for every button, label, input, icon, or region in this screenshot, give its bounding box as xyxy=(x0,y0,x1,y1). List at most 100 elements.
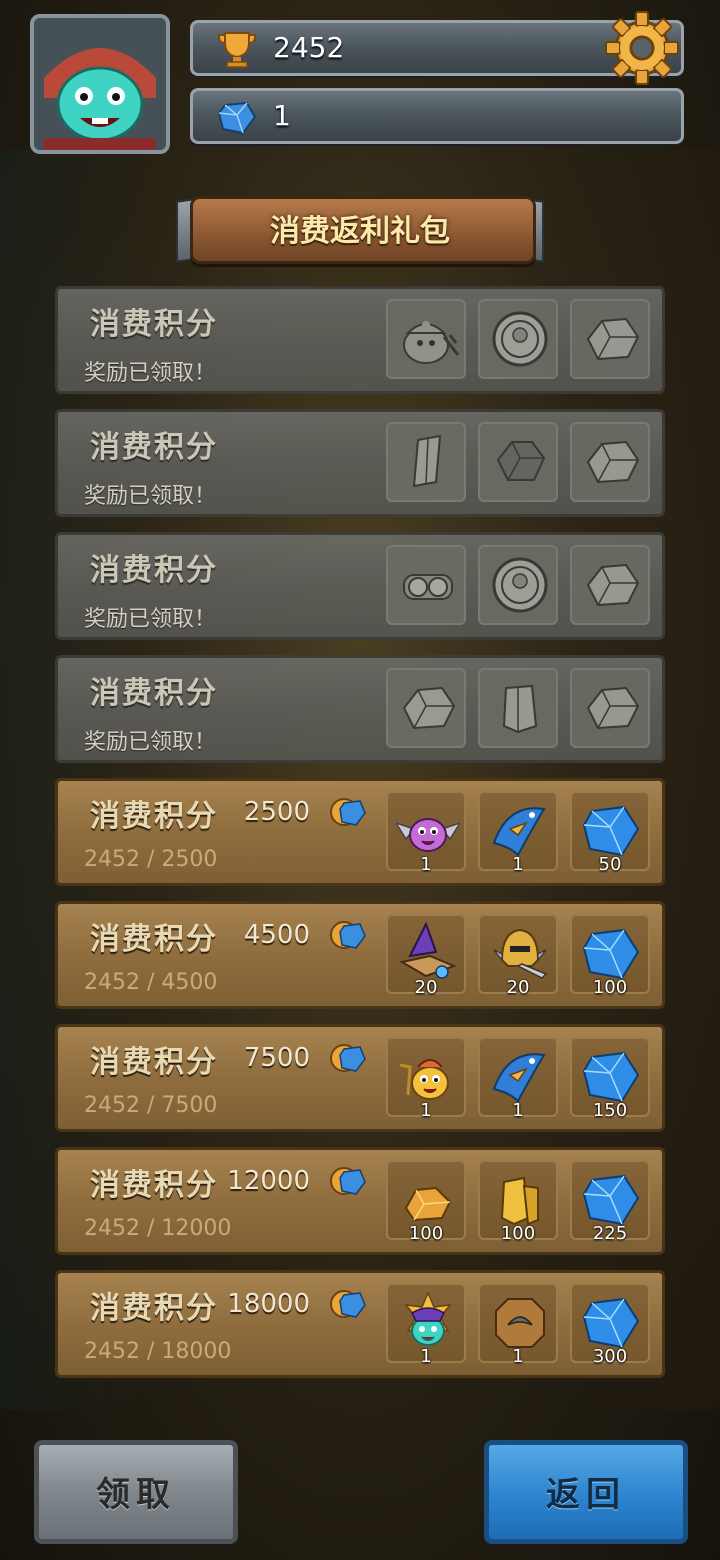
reward-slot[interactable]: 1 xyxy=(386,1037,466,1121)
tier-cost: 7500 xyxy=(243,1043,310,1073)
gem-coin-icon xyxy=(330,1044,366,1072)
reward-quantity: 1 xyxy=(512,854,524,875)
reward-slot[interactable] xyxy=(386,668,466,748)
page-title: 消费返利礼包 xyxy=(270,214,450,249)
reward-slot[interactable] xyxy=(570,545,650,625)
reward-quantity: 1 xyxy=(512,1100,524,1121)
tier-label: 消费积分 xyxy=(90,553,218,588)
tier-label: 消费积分 xyxy=(90,922,218,957)
dark-stone-icon xyxy=(496,441,546,481)
crystal-shard-icon xyxy=(412,434,442,488)
gem-coin-icon xyxy=(330,798,366,826)
reward-slot[interactable] xyxy=(386,545,466,625)
reward-slot[interactable] xyxy=(570,299,650,379)
gem-coin-icon xyxy=(330,921,366,949)
blue-gem-icon xyxy=(217,101,257,135)
reward-slot[interactable]: 1 xyxy=(478,791,558,875)
reward-quantity: 20 xyxy=(414,977,438,998)
silver-coin-icon xyxy=(492,557,548,613)
reward-tier-row[interactable]: 消费积分 2500 2452 / 2500 1 1 50 xyxy=(55,778,665,886)
tier-label: 消费积分 xyxy=(90,1045,218,1080)
reward-slot[interactable]: 1 xyxy=(386,1283,466,1367)
reward-quantity: 1 xyxy=(420,1100,432,1121)
tier-progress: 2452 / 12000 xyxy=(84,1216,232,1241)
tier-label: 消费积分 xyxy=(90,307,218,342)
tier-claimed-status: 奖励已领取！ xyxy=(84,730,217,755)
tier-label: 消费积分 xyxy=(90,1291,218,1326)
reward-slot[interactable]: 100 xyxy=(570,914,650,998)
reward-slot[interactable] xyxy=(570,668,650,748)
reward-slot[interactable] xyxy=(478,668,558,748)
settings-gear-icon[interactable] xyxy=(604,10,680,86)
reward-slot[interactable] xyxy=(386,299,466,379)
reward-tier-row[interactable]: 消费积分 7500 2452 / 7500 1 1 150 xyxy=(55,1024,665,1132)
back-button[interactable]: 返回 xyxy=(484,1440,688,1544)
reward-slot[interactable]: 225 xyxy=(570,1160,650,1244)
tier-claimed-status: 奖励已领取！ xyxy=(84,484,217,509)
stone-pillar-icon xyxy=(502,684,538,734)
reward-slot[interactable]: 300 xyxy=(570,1283,650,1367)
reward-quantity: 225 xyxy=(592,1223,628,1244)
claim-button[interactable]: 领取 xyxy=(34,1440,238,1544)
reward-tier-row[interactable]: 消费积分奖励已领取！ xyxy=(55,409,665,517)
player-avatar[interactable] xyxy=(30,14,170,154)
silver-coin-icon xyxy=(492,311,548,367)
reward-slot[interactable]: 150 xyxy=(570,1037,650,1121)
reward-slot[interactable] xyxy=(570,422,650,502)
ore-chunk-icon xyxy=(586,686,640,730)
tier-progress: 2452 / 7500 xyxy=(84,1093,218,1118)
tier-claimed-status: 奖励已领取！ xyxy=(84,607,217,632)
ore-chunk-icon xyxy=(586,317,640,361)
reward-tier-row[interactable]: 消费积分奖励已领取！ xyxy=(55,532,665,640)
tier-label: 消费积分 xyxy=(90,799,218,834)
reward-quantity: 100 xyxy=(408,1223,444,1244)
tier-progress: 2452 / 18000 xyxy=(84,1339,232,1364)
ore-chunk-icon xyxy=(586,563,640,607)
reward-slot[interactable]: 20 xyxy=(478,914,558,998)
reward-tier-row[interactable]: 消费积分 4500 2452 / 4500 20 20 100 xyxy=(55,901,665,1009)
avatar-portrait-icon xyxy=(34,18,166,150)
reward-slot[interactable]: 100 xyxy=(386,1160,466,1244)
tier-progress: 2452 / 4500 xyxy=(84,970,218,995)
miner-blob-icon xyxy=(403,321,460,364)
reward-quantity: 300 xyxy=(592,1346,628,1367)
reward-slot[interactable] xyxy=(478,422,558,502)
tier-cost: 18000 xyxy=(227,1289,310,1319)
reward-quantity: 1 xyxy=(420,1346,432,1367)
reward-quantity: 1 xyxy=(420,854,432,875)
reward-tier-row[interactable]: 消费积分奖励已领取！ xyxy=(55,655,665,763)
reward-quantity: 100 xyxy=(592,977,628,998)
tier-progress: 2452 / 2500 xyxy=(84,847,218,872)
reward-slot[interactable] xyxy=(386,422,466,502)
reward-quantity: 20 xyxy=(506,977,530,998)
reward-tier-row[interactable]: 消费积分 12000 2452 / 12000 100 100 225 xyxy=(55,1147,665,1255)
gem-count: 1 xyxy=(273,99,291,132)
tier-cost: 12000 xyxy=(227,1166,310,1196)
ore-chunk-icon xyxy=(586,440,640,484)
ore-chunk-icon xyxy=(402,686,456,730)
gem-coin-icon xyxy=(330,1290,366,1318)
reward-slot[interactable]: 100 xyxy=(478,1160,558,1244)
tier-cost: 2500 xyxy=(243,797,310,827)
reward-tier-row[interactable]: 消费积分奖励已领取！ xyxy=(55,286,665,394)
reward-tier-row[interactable]: 消费积分 18000 2452 / 18000 1 1 300 xyxy=(55,1270,665,1378)
reward-slot[interactable]: 1 xyxy=(386,791,466,875)
trophy-icon xyxy=(218,32,256,68)
reward-slot[interactable]: 20 xyxy=(386,914,466,998)
tier-label: 消费积分 xyxy=(90,1168,218,1203)
gem-coin-icon xyxy=(330,1167,366,1195)
tier-label: 消费积分 xyxy=(90,430,218,465)
gem-bar: 1 xyxy=(190,88,684,144)
reward-slot[interactable]: 50 xyxy=(570,791,650,875)
reward-quantity: 100 xyxy=(500,1223,536,1244)
reward-slot[interactable] xyxy=(478,299,558,379)
tier-cost: 4500 xyxy=(243,920,310,950)
reward-quantity: 1 xyxy=(512,1346,524,1367)
title-banner: 消费返利礼包 xyxy=(170,192,550,264)
trophy-count: 2452 xyxy=(273,31,345,64)
tier-label: 消费积分 xyxy=(90,676,218,711)
reward-slot[interactable] xyxy=(478,545,558,625)
reward-slot[interactable]: 1 xyxy=(478,1283,558,1367)
tier-claimed-status: 奖励已领取！ xyxy=(84,361,217,386)
reward-slot[interactable]: 1 xyxy=(478,1037,558,1121)
